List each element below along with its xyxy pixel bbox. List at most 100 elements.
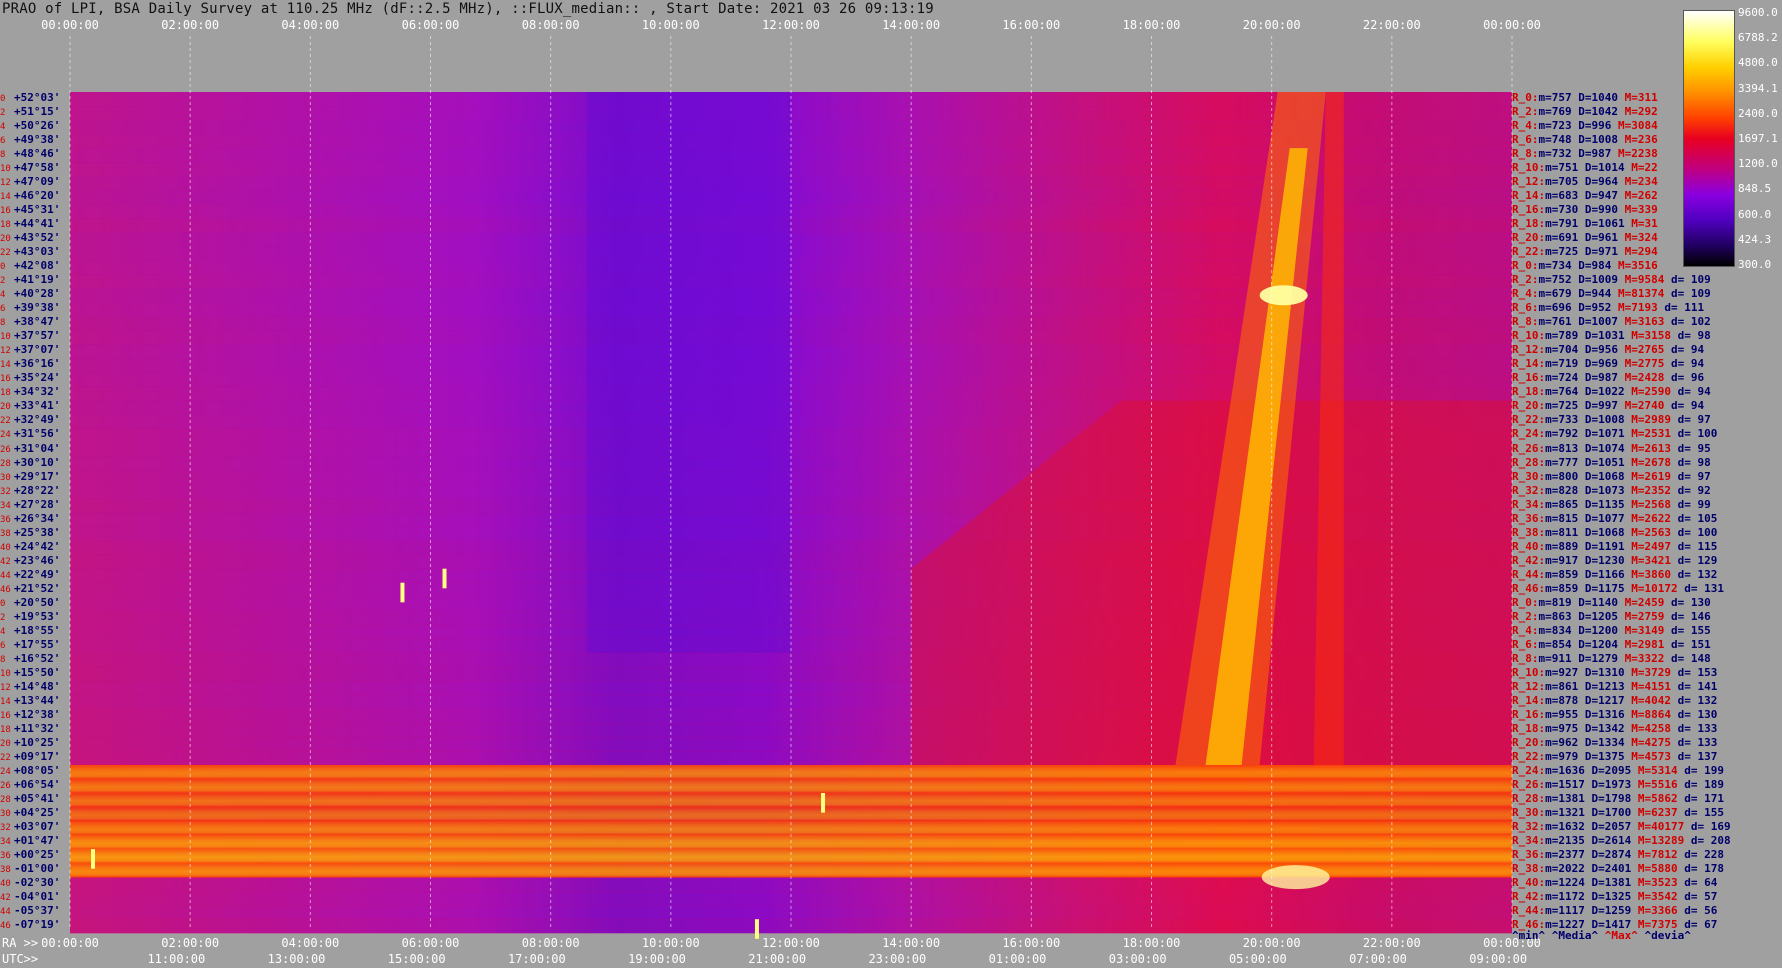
- heatmap-row-band: [70, 807, 1512, 822]
- stat-row-id: R_26:: [1512, 777, 1546, 791]
- dec-value: +18°55': [14, 623, 61, 637]
- utc-tick-label: 23:00:00: [868, 952, 927, 966]
- top-tick-label: 22:00:00: [1362, 18, 1421, 32]
- dec-value: +00°25': [14, 848, 61, 862]
- stat-row-id: R_20:: [1512, 399, 1546, 413]
- cold-region: [586, 92, 791, 653]
- stat-dev: d= 133: [1677, 721, 1718, 735]
- stat-median: D=987: [1584, 371, 1618, 385]
- dec-value: +34°32': [14, 385, 61, 399]
- stat-min: m=2135: [1545, 834, 1585, 848]
- row-index: 22: [0, 416, 11, 427]
- stat-dev: d= 99: [1677, 497, 1711, 511]
- stat-dev: d= 199: [1684, 763, 1724, 777]
- dec-value: +42°08': [14, 259, 61, 273]
- stat-min: m=955: [1545, 707, 1579, 721]
- stat-dev: d= 105: [1677, 511, 1718, 525]
- stat-median: D=1071: [1584, 427, 1625, 441]
- stat-median: D=984: [1578, 259, 1612, 273]
- stat-min: m=854: [1538, 637, 1572, 651]
- dec-value: +22°49': [14, 567, 61, 581]
- row-stat: R_22:m=725 D=971 M=294: [1512, 245, 1664, 259]
- row-index: 28: [0, 458, 11, 469]
- dec-value: +01°47': [14, 834, 61, 848]
- stat-max: M=81374: [1618, 287, 1665, 301]
- row-stat: R_6:m=748 D=1008 M=236: [1512, 133, 1664, 147]
- stat-row-id: R_34:: [1512, 834, 1546, 848]
- stat-row-id: R_46:: [1512, 581, 1546, 595]
- ra-tick-label: 20:00:00: [1242, 936, 1301, 950]
- utc-tick-label: 11:00:00: [147, 952, 206, 966]
- stat-row-id: R_8:: [1512, 147, 1539, 161]
- row-index: 14: [0, 696, 11, 707]
- declination-label: 26 +06°54': [0, 778, 60, 792]
- stat-row-id: R_32:: [1512, 483, 1546, 497]
- stat-row-id: R_2:: [1512, 609, 1539, 623]
- stat-min: m=1224: [1545, 876, 1585, 890]
- stat-min: m=800: [1545, 469, 1579, 483]
- stat-row-id: R_18:: [1512, 217, 1546, 231]
- row-index: 4: [0, 290, 6, 301]
- stat-row-id: R_2:: [1512, 105, 1539, 119]
- dec-value: +31°04': [14, 441, 61, 455]
- stat-min: m=861: [1545, 679, 1579, 693]
- stat-max: M=5516: [1637, 777, 1678, 791]
- row-index: 18: [0, 388, 11, 399]
- row-stat: R_8:m=911 D=1279 M=3322 d= 148: [1512, 652, 1711, 666]
- row-stat: R_34:m=2135 D=2614 M=13289 d= 208: [1512, 834, 1731, 848]
- stat-min: m=819: [1538, 595, 1572, 609]
- stat-max: M=6237: [1637, 806, 1678, 820]
- dec-value: +50°26': [14, 119, 61, 133]
- stat-row-id: R_30:: [1512, 806, 1546, 820]
- stat-dev: d= 102: [1671, 315, 1711, 329]
- dec-value: +52°03': [14, 91, 61, 104]
- utc-tick-label: 03:00:00: [1108, 952, 1167, 966]
- stat-min: m=859: [1545, 581, 1579, 595]
- declination-label: 38 -01°00': [0, 862, 60, 876]
- stat-min: m=752: [1538, 273, 1572, 287]
- stat-row-id: R_12:: [1512, 343, 1546, 357]
- utc-tick-label: 01:00:00: [988, 952, 1047, 966]
- stat-min: m=777: [1545, 455, 1579, 469]
- heatmap-row-band: [70, 764, 1512, 780]
- row-index: 10: [0, 668, 11, 679]
- dec-value: +15°50': [14, 665, 61, 679]
- declination-label: 10 +47°58': [0, 161, 60, 175]
- stat-max: M=2619: [1631, 469, 1671, 483]
- stat-row-id: R_22:: [1512, 245, 1546, 259]
- point-source: [400, 582, 405, 603]
- stat-min: m=751: [1545, 161, 1579, 175]
- declination-label: 14 +36°16': [0, 357, 60, 371]
- stat-min: m=1321: [1545, 806, 1585, 820]
- stat-row-id: R_2:: [1512, 273, 1539, 287]
- stat-max: M=31: [1631, 217, 1658, 231]
- stat-max: M=3729: [1631, 665, 1671, 679]
- row-stat: R_36:m=2377 D=2874 M=7812 d= 228: [1512, 848, 1724, 862]
- declination-label: 4 +50°26': [0, 119, 60, 133]
- row-stat: R_16:m=724 D=987 M=2428 d= 96: [1512, 371, 1704, 385]
- stat-median: D=1074: [1584, 441, 1625, 455]
- stat-median: D=1213: [1584, 679, 1625, 693]
- dec-value: +28°22': [14, 483, 61, 497]
- stat-max: M=3158: [1631, 329, 1671, 343]
- ra-tick-label: 02:00:00: [161, 936, 220, 950]
- stat-min: m=1381: [1545, 792, 1585, 805]
- stat-max: M=13289: [1637, 834, 1685, 848]
- declination-label: 10 +37°57': [0, 329, 60, 343]
- stat-min: m=1517: [1545, 777, 1585, 791]
- stat-median: D=1009: [1578, 273, 1618, 287]
- top-tick-label: 20:00:00: [1242, 18, 1301, 32]
- stat-min: m=1117: [1545, 904, 1585, 918]
- declination-label: 28 +05°41': [0, 792, 60, 806]
- stat-dev: d= 115: [1677, 539, 1718, 553]
- stat-min: m=789: [1545, 329, 1579, 343]
- top-tick-label: 00:00:00: [1483, 18, 1541, 32]
- stat-median: D=1135: [1584, 497, 1625, 511]
- stat-row-id: R_12:: [1512, 679, 1546, 693]
- declination-label: 8 +48°46': [0, 147, 60, 161]
- row-index: 32: [0, 823, 11, 834]
- dec-value: -02°30': [14, 876, 61, 890]
- row-stat: R_10:m=789 D=1031 M=3158 d= 98: [1512, 329, 1711, 343]
- row-stat: R_38:m=811 D=1068 M=2563 d= 100: [1512, 526, 1717, 540]
- stat-min: m=724: [1545, 371, 1579, 385]
